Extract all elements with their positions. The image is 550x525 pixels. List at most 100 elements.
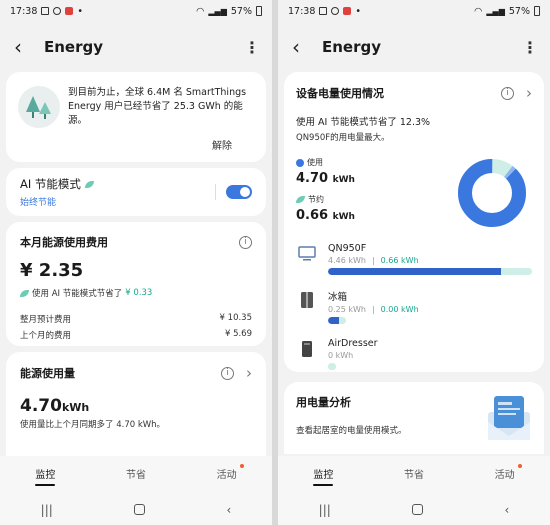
ai-mode-title: AI 节能模式 [20, 177, 81, 191]
app-bar: ‹ Energy ⋮ [278, 22, 550, 72]
system-nav: ||| ‹ [0, 494, 272, 525]
cost-row-value: ¥ 10.35 [219, 313, 252, 323]
device-usage: 4.46 kWh [328, 256, 366, 265]
more-options-icon[interactable]: ⋮ [522, 38, 538, 57]
divider [215, 184, 216, 200]
tab-monitor[interactable]: 监控 [313, 466, 334, 486]
battery-icon [256, 6, 262, 16]
ai-saved-text: 使用 AI 节能模式节省了 12.3% [296, 117, 431, 128]
usage-analysis-card[interactable]: 用电量分析 查看起居室的电量使用模式。 [284, 382, 544, 454]
page-title: Energy [44, 38, 104, 56]
page-title: Energy [322, 38, 382, 56]
tab-activity-label: 活动 [216, 469, 237, 481]
ai-mode-card[interactable]: AI 节能模式 始终节能 [6, 168, 266, 216]
used-legend: 使用 [296, 157, 456, 168]
wifi-icon: ◠ [196, 5, 205, 17]
cost-row: 上个月的费用 ¥ 5.69 [20, 329, 252, 341]
ai-mode-subtitle: 始终节能 [20, 198, 57, 208]
info-icon[interactable]: i [239, 235, 252, 249]
top-device-text: QN950F的用电量最大。 [296, 133, 390, 143]
device-saved: 0.00 kWh [380, 305, 419, 314]
info-icon[interactable]: i [501, 86, 514, 100]
device-row[interactable]: AirDresser 0 kWh [296, 338, 532, 370]
ai-mode-toggle[interactable] [226, 185, 252, 199]
tree-icon [18, 86, 60, 128]
used-unit: kWh [332, 175, 355, 185]
dot-icon: • [355, 5, 361, 17]
right-screen: 17:38 • ◠ ▂▄▆ 57% ‹ Energy ⋮ 设备电量使用情况 i … [278, 0, 550, 525]
tab-monitor[interactable]: 监控 [35, 466, 56, 486]
bottom-nav: 监控 节省 活动 [0, 456, 272, 494]
signal-icon: ▂▄▆ [486, 6, 505, 16]
more-options-icon[interactable]: ⋮ [244, 38, 260, 57]
cost-saved: 使用 AI 节能模式节省了 ¥ 0.33 [20, 287, 252, 299]
gallery-icon [319, 7, 328, 15]
settings-icon [53, 7, 62, 15]
saved-value-row: 0.66 kWh [296, 208, 456, 223]
back-icon[interactable]: ‹ [227, 503, 232, 517]
leaf-icon [296, 196, 305, 203]
device-bar [328, 363, 336, 370]
device-name: QN950F [328, 243, 367, 254]
device-usage: 0 kWh [328, 351, 354, 360]
usage-value: 4.70 [20, 396, 62, 416]
power-icon [296, 158, 304, 167]
used-value-row: 4.70 kWh [296, 171, 456, 186]
back-button[interactable]: ‹ [14, 35, 36, 59]
home-icon[interactable] [412, 504, 424, 515]
dismiss-button[interactable]: 解除 [212, 137, 232, 152]
saved-fill [338, 317, 346, 324]
cost-amount: ¥ 2.35 [20, 260, 84, 281]
device-row[interactable]: 冰箱 0.25 kWh | 0.00 kWh [296, 289, 532, 324]
cost-title: 本月能源使用费用 [20, 236, 108, 249]
back-icon[interactable]: ‹ [505, 503, 510, 517]
device-usage-title: 设备电量使用情况 [296, 87, 384, 100]
saved-prefix: 使用 AI 节能模式节省了 [32, 289, 123, 299]
chevron-right-icon[interactable]: › [246, 364, 252, 382]
system-nav: ||| ‹ [278, 494, 550, 525]
usage-note: 使用量比上个月同期多了 4.70 kWh。 [20, 420, 166, 430]
recent-apps-icon[interactable]: ||| [319, 503, 331, 517]
app-icon [343, 7, 352, 15]
saved-unit: kWh [332, 212, 355, 222]
usage-donut-chart [458, 158, 526, 227]
device-row[interactable]: QN950F 4.46 kWh | 0.66 kWh [296, 243, 532, 275]
leaf-icon [20, 289, 29, 297]
settings-icon [331, 7, 340, 15]
fridge-icon [296, 289, 318, 311]
gallery-icon [41, 7, 50, 15]
cost-row: 整月预计费用 ¥ 10.35 [20, 313, 252, 325]
tab-save[interactable]: 节省 [404, 466, 424, 485]
signal-icon: ▂▄▆ [208, 6, 227, 16]
device-usage-card[interactable]: 设备电量使用情况 i › 使用 AI 节能模式节省了 12.3% QN950F的… [284, 72, 544, 372]
chevron-right-icon[interactable]: › [526, 84, 532, 102]
home-icon[interactable] [134, 504, 146, 515]
info-icon[interactable]: i [221, 366, 234, 380]
tab-activity[interactable]: 活动 [495, 463, 522, 485]
saved-fill [501, 268, 532, 275]
usage-value-row: 4.70kWh [20, 396, 252, 416]
left-screen: 17:38 • ◠ ▂▄▆ 57% ‹ Energy ⋮ 到目前为止，全球 6.… [0, 0, 272, 525]
promo-card: 到目前为止，全球 6.4M 名 SmartThings Energy 用户已经节… [6, 72, 266, 162]
battery-text: 57% [230, 5, 252, 17]
cost-row-label: 整月预计费用 [20, 315, 72, 325]
used-value: 4.70 [296, 171, 329, 186]
status-time: 17:38 [10, 5, 38, 17]
saved-amount: ¥ 0.33 [125, 288, 153, 298]
app-icon [65, 7, 74, 15]
tab-activity[interactable]: 活动 [216, 463, 244, 485]
back-button[interactable]: ‹ [292, 35, 314, 59]
energy-usage-card[interactable]: 能源使用量 i › 4.70kWh 使用量比上个月同期多了 4.70 kWh。 [6, 352, 266, 458]
recent-apps-icon[interactable]: ||| [41, 503, 53, 517]
tab-save[interactable]: 节省 [126, 466, 146, 485]
promo-text: 到目前为止，全球 6.4M 名 SmartThings Energy 用户已经节… [68, 87, 247, 126]
airdresser-icon [296, 338, 318, 360]
status-time: 17:38 [288, 5, 316, 17]
leaf-icon [84, 180, 94, 188]
battery-text: 57% [508, 5, 530, 17]
monthly-cost-card[interactable]: 本月能源使用费用 i ¥ 2.35 使用 AI 节能模式节省了 ¥ 0.33 整… [6, 222, 266, 346]
app-bar: ‹ Energy ⋮ [0, 22, 272, 72]
used-label: 使用 [307, 158, 323, 167]
separator: | [371, 256, 375, 265]
separator: | [371, 305, 375, 314]
